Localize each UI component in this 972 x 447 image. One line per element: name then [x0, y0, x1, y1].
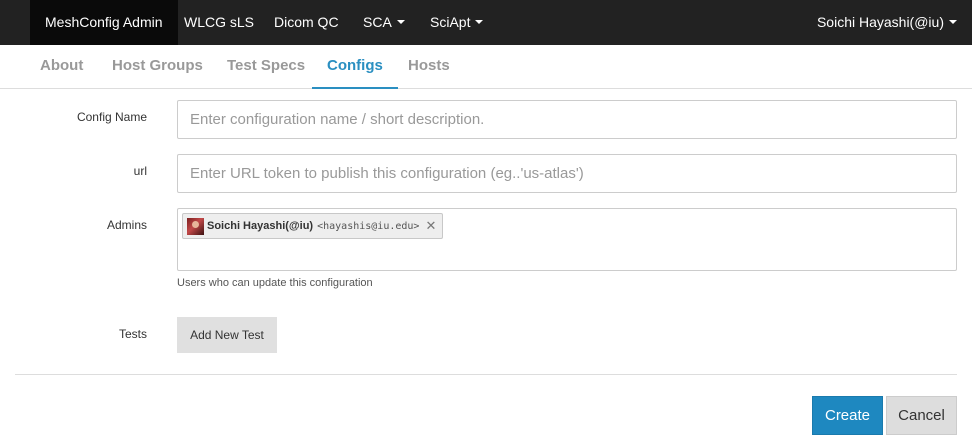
- nav-dicom-qc[interactable]: Dicom QC: [259, 0, 354, 45]
- config-name-input[interactable]: [178, 101, 956, 138]
- cancel-button[interactable]: Cancel: [886, 396, 957, 435]
- admin-email: <hayashis@iu.edu>: [317, 220, 420, 232]
- nav-label: MeshConfig Admin: [45, 14, 163, 30]
- nav-meshconfig-admin[interactable]: MeshConfig Admin: [30, 0, 178, 45]
- remove-icon[interactable]: ✕: [425, 218, 436, 234]
- tab-label: About: [40, 57, 84, 74]
- user-menu[interactable]: Soichi Hayashi(@iu): [802, 0, 972, 45]
- nav-label: WLCG sLS: [184, 14, 255, 30]
- url-input[interactable]: [178, 155, 956, 192]
- tab-label: Configs: [327, 57, 383, 74]
- caret-down-icon: [475, 20, 484, 25]
- tab-label: Hosts: [408, 57, 450, 74]
- config-name-field-wrapper: [177, 100, 957, 139]
- tab-about[interactable]: About: [25, 45, 98, 89]
- config-name-label: Config Name: [76, 110, 147, 124]
- tab-configs[interactable]: Configs: [312, 45, 398, 89]
- admin-name: Soichi Hayashi(@iu): [207, 220, 314, 232]
- sub-navigation: About Host Groups Test Specs Configs Hos…: [0, 45, 972, 89]
- tab-label: Test Specs: [227, 57, 306, 74]
- caret-down-icon: [949, 20, 957, 25]
- nav-label: SCA: [363, 14, 392, 30]
- divider: [15, 374, 957, 375]
- tab-test-specs[interactable]: Test Specs: [212, 45, 320, 89]
- tests-label: Tests: [118, 327, 147, 341]
- nav-label: SciApt: [430, 14, 471, 30]
- caret-down-icon: [396, 20, 405, 25]
- user-name: Soichi Hayashi(@iu): [816, 14, 944, 30]
- admins-selector[interactable]: Soichi Hayashi(@iu) <hayashis@iu.edu> ✕: [177, 208, 957, 271]
- url-label: url: [133, 164, 147, 178]
- nav-sca-dropdown[interactable]: SCA: [348, 0, 420, 45]
- nav-label: Dicom QC: [274, 14, 339, 30]
- add-new-test-button[interactable]: Add New Test: [177, 317, 277, 353]
- create-button[interactable]: Create: [812, 396, 883, 435]
- admins-help-text: Users who can update this configuration: [177, 277, 373, 289]
- admins-label: Admins: [106, 218, 147, 232]
- admin-chip: Soichi Hayashi(@iu) <hayashis@iu.edu> ✕: [182, 213, 444, 239]
- url-field-wrapper: [177, 154, 957, 193]
- tab-label: Host Groups: [112, 57, 203, 74]
- nav-wlcg-sls[interactable]: WLCG sLS: [169, 0, 269, 45]
- avatar: [187, 217, 204, 235]
- top-navbar: MeshConfig Admin WLCG sLS Dicom QC SCA S…: [0, 0, 972, 45]
- tab-host-groups[interactable]: Host Groups: [97, 45, 218, 89]
- nav-sciapt-dropdown[interactable]: SciApt: [415, 0, 498, 45]
- tab-hosts[interactable]: Hosts: [393, 45, 465, 89]
